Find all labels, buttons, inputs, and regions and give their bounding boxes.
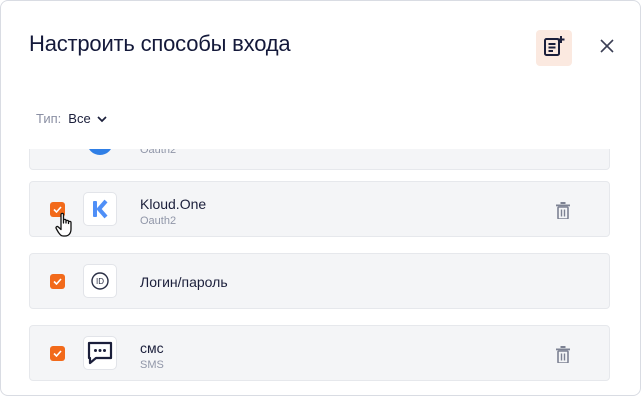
login-methods-list[interactable]: Oauth2 Kloud.One Oauth2 ID Логин/пароль …	[1, 149, 640, 395]
delete-button[interactable]	[554, 344, 572, 364]
trash-icon	[556, 345, 570, 363]
type-filter: Тип: Все	[36, 111, 107, 126]
trash-icon	[556, 201, 570, 219]
list-item: Oauth2	[29, 149, 610, 170]
close-icon	[600, 38, 614, 58]
kloud-one-logo-icon	[83, 192, 117, 226]
method-type: SMS	[140, 359, 164, 371]
type-filter-value: Все	[68, 111, 91, 126]
method-type: Oauth2	[140, 215, 177, 227]
add-method-button[interactable]	[536, 30, 572, 66]
method-checkbox[interactable]	[50, 202, 65, 217]
delete-button[interactable]	[554, 200, 572, 220]
method-name: Логин/пароль	[140, 274, 228, 290]
list-item: Kloud.One Oauth2	[29, 181, 610, 237]
method-type: Oauth2	[140, 149, 177, 156]
check-icon	[53, 206, 62, 213]
method-name: Kloud.One	[140, 196, 207, 212]
configure-login-methods-dialog: Настроить способы входа Тип: Все Oauth2 …	[0, 0, 641, 396]
list-item: ID Логин/пароль	[29, 253, 610, 309]
list-item: смс SMS	[29, 325, 610, 381]
oauth-logo-icon	[83, 149, 117, 159]
add-document-icon	[543, 35, 565, 62]
type-filter-dropdown[interactable]: Все	[68, 111, 107, 126]
close-button[interactable]	[597, 38, 617, 58]
check-icon	[53, 350, 62, 357]
chevron-down-icon	[97, 111, 107, 126]
method-checkbox[interactable]	[50, 274, 65, 289]
dialog-title: Настроить способы входа	[29, 31, 291, 56]
type-filter-label: Тип:	[36, 111, 62, 126]
svg-text:ID: ID	[96, 277, 104, 286]
chat-icon	[83, 336, 117, 370]
method-checkbox[interactable]	[50, 346, 65, 361]
method-name: смс	[140, 340, 164, 356]
id-icon: ID	[83, 264, 117, 298]
check-icon	[53, 278, 62, 285]
